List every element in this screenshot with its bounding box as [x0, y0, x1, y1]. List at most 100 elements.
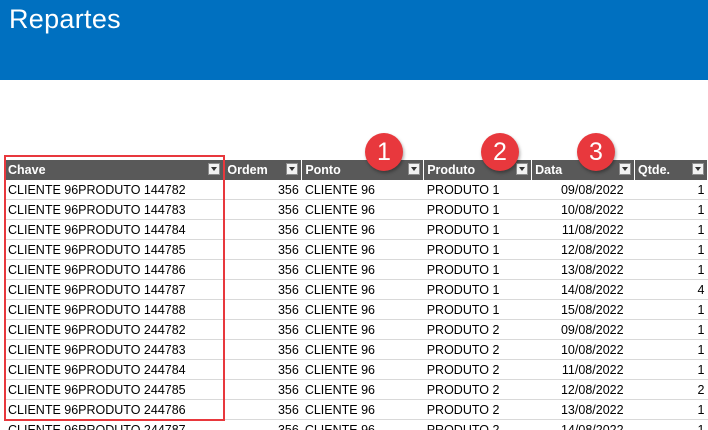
cell-chave[interactable]: CLIENTE 96PRODUTO 244787	[5, 419, 224, 430]
cell-qtde[interactable]: 1	[634, 219, 708, 240]
cell-chave[interactable]: CLIENTE 96PRODUTO 244786	[5, 399, 224, 420]
cell-produto[interactable]: PRODUTO 1	[423, 199, 532, 220]
cell-qtde[interactable]: 1	[634, 419, 708, 430]
cell-data[interactable]: 12/08/2022	[531, 379, 635, 400]
cell-produto[interactable]: PRODUTO 1	[423, 259, 532, 280]
cell-chave[interactable]: CLIENTE 96PRODUTO 144786	[5, 259, 224, 280]
cell-produto[interactable]: PRODUTO 2	[423, 419, 532, 430]
cell-produto[interactable]: PRODUTO 2	[423, 339, 532, 360]
cell-ordem[interactable]: 356	[223, 419, 302, 430]
cell-ordem[interactable]: 356	[223, 299, 302, 320]
cell-chave[interactable]: CLIENTE 96PRODUTO 144785	[5, 239, 224, 260]
cell-ordem[interactable]: 356	[223, 399, 302, 420]
cell-ordem[interactable]: 356	[223, 199, 302, 220]
cell-produto[interactable]: PRODUTO 1	[423, 219, 532, 240]
cell-qtde[interactable]: 4	[634, 279, 708, 300]
cell-ponto[interactable]: CLIENTE 96	[301, 399, 424, 420]
cell-qtde[interactable]: 1	[634, 180, 708, 200]
cell-data[interactable]: 09/08/2022	[531, 319, 635, 340]
cell-ordem[interactable]: 356	[223, 180, 302, 200]
cell-ordem[interactable]: 356	[223, 219, 302, 240]
filter-dropdown-icon[interactable]	[208, 163, 221, 175]
cell-produto[interactable]: PRODUTO 2	[423, 359, 532, 380]
cell-data[interactable]: 14/08/2022	[531, 279, 635, 300]
cell-ordem[interactable]: 356	[223, 279, 302, 300]
cell-data[interactable]: 13/08/2022	[531, 399, 635, 420]
cell-ponto[interactable]: CLIENTE 96	[301, 319, 424, 340]
cell-data[interactable]: 14/08/2022	[531, 419, 635, 430]
cell-qtde[interactable]: 1	[634, 399, 708, 420]
cell-produto[interactable]: PRODUTO 1	[423, 279, 532, 300]
cell-chave[interactable]: CLIENTE 96PRODUTO 144782	[5, 180, 224, 200]
cell-produto[interactable]: PRODUTO 1	[423, 239, 532, 260]
cell-qtde[interactable]: 1	[634, 259, 708, 280]
cell-qtde[interactable]: 1	[634, 359, 708, 380]
cell-ponto[interactable]: CLIENTE 96	[301, 419, 424, 430]
column-header-label: Ordem	[227, 163, 268, 177]
cell-ponto[interactable]: CLIENTE 96	[301, 199, 424, 220]
cell-ordem[interactable]: 356	[223, 359, 302, 380]
cell-ponto[interactable]: CLIENTE 96	[301, 239, 424, 260]
cell-ordem[interactable]: 356	[223, 379, 302, 400]
table-row[interactable]: CLIENTE 96PRODUTO 244787 356 CLIENTE 96 PRO…	[5, 419, 708, 430]
table-row[interactable]: CLIENTE 96PRODUTO 144783 356 CLIENTE 96 PRO…	[5, 199, 708, 220]
filter-dropdown-icon[interactable]	[516, 163, 529, 175]
cell-ponto[interactable]: CLIENTE 96	[301, 299, 424, 320]
cell-ponto[interactable]: CLIENTE 96	[301, 379, 424, 400]
cell-qtde[interactable]: 1	[634, 199, 708, 220]
cell-chave[interactable]: CLIENTE 96PRODUTO 144788	[5, 299, 224, 320]
cell-qtde[interactable]: 2	[634, 379, 708, 400]
cell-data[interactable]: 10/08/2022	[531, 339, 635, 360]
cell-chave[interactable]: CLIENTE 96PRODUTO 244782	[5, 319, 224, 340]
cell-ponto[interactable]: CLIENTE 96	[301, 279, 424, 300]
cell-chave[interactable]: CLIENTE 96PRODUTO 244784	[5, 359, 224, 380]
cell-ponto[interactable]: CLIENTE 96	[301, 359, 424, 380]
table-row[interactable]: CLIENTE 96PRODUTO 144786 356 CLIENTE 96 PRO…	[5, 259, 708, 280]
cell-qtde[interactable]: 1	[634, 339, 708, 360]
cell-produto[interactable]: PRODUTO 2	[423, 319, 532, 340]
table-row[interactable]: CLIENTE 96PRODUTO 144782 356 CLIENTE 96 PRO…	[5, 180, 708, 200]
cell-produto[interactable]: PRODUTO 1	[423, 180, 532, 200]
cell-chave[interactable]: CLIENTE 96PRODUTO 144787	[5, 279, 224, 300]
cell-ordem[interactable]: 356	[223, 319, 302, 340]
cell-ponto[interactable]: CLIENTE 96	[301, 259, 424, 280]
cell-data[interactable]: 11/08/2022	[531, 219, 635, 240]
table-row[interactable]: CLIENTE 96PRODUTO 244786 356 CLIENTE 96 PRO…	[5, 399, 708, 420]
cell-qtde[interactable]: 1	[634, 299, 708, 320]
table-row[interactable]: CLIENTE 96PRODUTO 244782 356 CLIENTE 96 PRO…	[5, 319, 708, 340]
cell-ordem[interactable]: 356	[223, 339, 302, 360]
table-row[interactable]: CLIENTE 96PRODUTO 144787 356 CLIENTE 96 PRO…	[5, 279, 708, 300]
cell-produto[interactable]: PRODUTO 2	[423, 379, 532, 400]
table-row[interactable]: CLIENTE 96PRODUTO 144784 356 CLIENTE 96 PRO…	[5, 219, 708, 240]
cell-data[interactable]: 13/08/2022	[531, 259, 635, 280]
cell-data[interactable]: 09/08/2022	[531, 180, 635, 200]
repartes-table-container: Chave Ordem Ponto Produto Data Qtde. CLI…	[5, 160, 708, 430]
cell-produto[interactable]: PRODUTO 1	[423, 299, 532, 320]
cell-chave[interactable]: CLIENTE 96PRODUTO 144783	[5, 199, 224, 220]
cell-data[interactable]: 15/08/2022	[531, 299, 635, 320]
cell-qtde[interactable]: 1	[634, 319, 708, 340]
table-row[interactable]: CLIENTE 96PRODUTO 144788 356 CLIENTE 96 PRO…	[5, 299, 708, 320]
cell-ponto[interactable]: CLIENTE 96	[301, 180, 424, 200]
title-banner: Repartes	[0, 0, 708, 80]
table-row[interactable]: CLIENTE 96PRODUTO 244783 356 CLIENTE 96 PRO…	[5, 339, 708, 360]
cell-chave[interactable]: CLIENTE 96PRODUTO 244783	[5, 339, 224, 360]
cell-data[interactable]: 11/08/2022	[531, 359, 635, 380]
filter-dropdown-icon[interactable]	[286, 163, 299, 175]
cell-chave[interactable]: CLIENTE 96PRODUTO 244785	[5, 379, 224, 400]
cell-ordem[interactable]: 356	[223, 239, 302, 260]
cell-chave[interactable]: CLIENTE 96PRODUTO 144784	[5, 219, 224, 240]
table-row[interactable]: CLIENTE 96PRODUTO 144785 356 CLIENTE 96 PRO…	[5, 239, 708, 260]
table-row[interactable]: CLIENTE 96PRODUTO 244785 356 CLIENTE 96 PRO…	[5, 379, 708, 400]
cell-ponto[interactable]: CLIENTE 96	[301, 219, 424, 240]
cell-data[interactable]: 12/08/2022	[531, 239, 635, 260]
cell-produto[interactable]: PRODUTO 2	[423, 399, 532, 420]
cell-data[interactable]: 10/08/2022	[531, 199, 635, 220]
cell-ordem[interactable]: 356	[223, 259, 302, 280]
cell-ponto[interactable]: CLIENTE 96	[301, 339, 424, 360]
table-row[interactable]: CLIENTE 96PRODUTO 244784 356 CLIENTE 96 PRO…	[5, 359, 708, 380]
filter-dropdown-icon[interactable]	[692, 163, 704, 175]
filter-dropdown-icon[interactable]	[408, 163, 421, 175]
cell-qtde[interactable]: 1	[634, 239, 708, 260]
filter-dropdown-icon[interactable]	[619, 163, 632, 175]
